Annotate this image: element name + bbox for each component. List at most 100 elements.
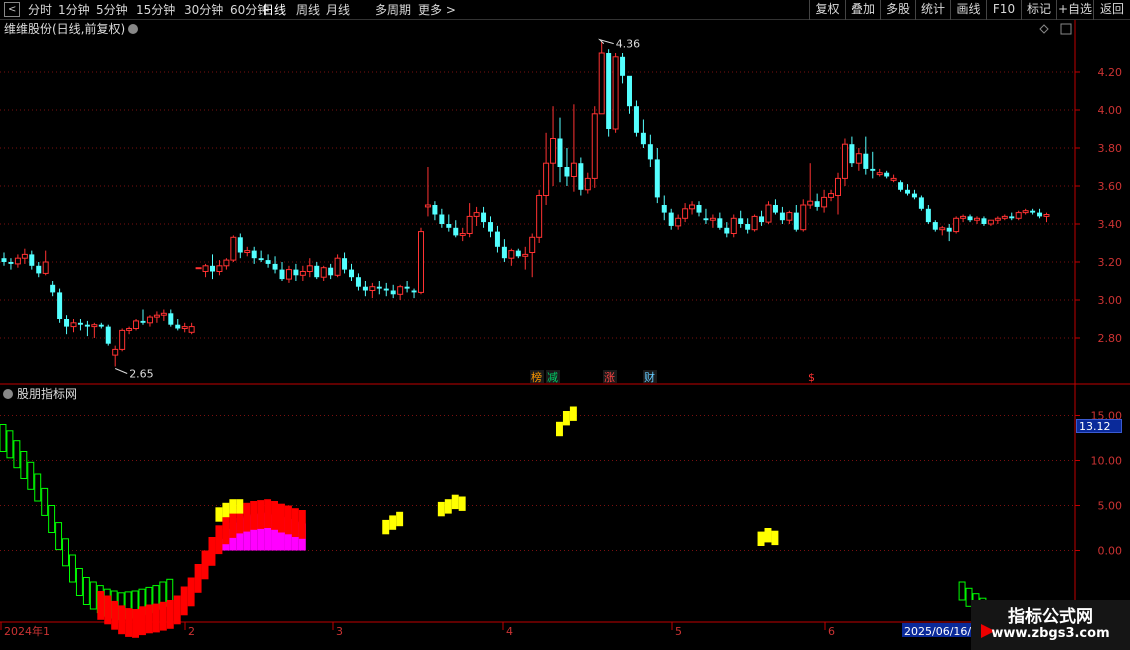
ind-red — [194, 564, 202, 593]
candle-body — [835, 177, 841, 196]
candle-body — [855, 153, 862, 164]
ind-red — [298, 510, 306, 539]
ind-red — [111, 600, 119, 630]
candle-body — [64, 319, 70, 327]
candle-body — [342, 258, 348, 270]
ind-yellow — [451, 494, 459, 510]
candle-body — [584, 177, 591, 191]
ind-red — [187, 577, 195, 607]
candle-body — [786, 212, 793, 221]
ind-yellow — [444, 499, 452, 514]
toolbar-btn-4[interactable]: 画线 — [950, 0, 986, 20]
candle-body — [50, 284, 56, 293]
candle-body — [987, 219, 994, 225]
toolbar-btn-2[interactable]: 多股 — [880, 0, 915, 20]
candle-body — [814, 201, 820, 207]
candle-body — [153, 314, 160, 318]
candle-body — [126, 328, 133, 331]
toolbar-btn-3[interactable]: 统计 — [915, 0, 950, 20]
ind-ladder — [55, 522, 63, 551]
candle-body — [466, 215, 473, 234]
time-label: 6 — [828, 625, 835, 638]
ind-yellow — [236, 499, 244, 514]
period-8[interactable]: 月线 — [326, 1, 350, 19]
toolbar-btn-5[interactable]: F10 — [986, 0, 1021, 20]
candle-body — [598, 52, 605, 115]
candle-body — [1043, 214, 1050, 217]
toolbar-btn-0[interactable]: 复权 — [809, 0, 845, 20]
toolbar-btn-7[interactable]: +自选 — [1056, 0, 1093, 20]
event-marker: 减 — [547, 371, 558, 384]
candle-body — [473, 212, 480, 217]
ind-ladder — [0, 424, 7, 452]
candle-body — [682, 208, 689, 219]
dropdown-icon — [128, 24, 138, 34]
price-tick-label: 3.20 — [1098, 256, 1123, 269]
candle-body — [515, 250, 521, 257]
candle-body — [237, 237, 243, 253]
candle-body — [390, 290, 396, 295]
candle-body — [91, 324, 98, 328]
candle-body — [647, 144, 653, 160]
candle-body — [481, 212, 487, 223]
ind-ladder — [41, 487, 49, 516]
candle-body — [168, 313, 174, 325]
ind-ladder — [34, 473, 42, 502]
candle-body — [557, 138, 563, 167]
ind-red — [132, 609, 139, 638]
candle-body — [453, 227, 459, 236]
candle-body — [960, 215, 967, 219]
candle-body — [932, 222, 938, 230]
price-tick-label: 2.80 — [1098, 332, 1123, 345]
candle-body — [140, 320, 146, 323]
candle-body — [709, 217, 716, 221]
candle-body — [251, 250, 257, 259]
dropdown-icon — [3, 389, 13, 399]
ind-yellow — [562, 411, 570, 426]
candle-body — [730, 217, 737, 235]
panel-toggle-icon — [1060, 23, 1072, 35]
low-label: 2.65 — [129, 368, 154, 381]
candle-body — [620, 56, 626, 76]
period-0[interactable]: 分时 — [28, 1, 52, 19]
candle-body — [21, 253, 28, 259]
ind-red — [139, 606, 146, 636]
candle-body — [293, 269, 299, 276]
period-4[interactable]: 30分钟 — [184, 1, 223, 19]
candle-body — [745, 224, 751, 230]
candle-body — [1001, 215, 1008, 219]
candle-body — [863, 153, 869, 169]
toolbar-btn-1[interactable]: 叠加 — [845, 0, 880, 20]
candle-body — [738, 218, 744, 224]
period-3[interactable]: 15分钟 — [136, 1, 175, 19]
candle-body — [223, 259, 230, 267]
period-6[interactable]: 日线 — [262, 1, 286, 19]
toolbar-btn-6[interactable]: 标记 — [1021, 0, 1056, 20]
candle-body — [411, 290, 417, 293]
price-chart[interactable]: 4.20 4.00 3.80 3.60 3.40 3.20 3.00 2.80 维维股份(日线,… — [0, 20, 1130, 650]
ind-tick-label: 10.00 — [1091, 455, 1123, 468]
candle-body — [459, 233, 466, 236]
candle-body — [939, 227, 946, 231]
candle-body — [793, 212, 799, 230]
back-icon[interactable]: < — [4, 2, 20, 17]
ind-yellow — [771, 530, 779, 546]
toolbar-btn-8[interactable]: 返回 — [1093, 0, 1130, 20]
candle-body — [612, 56, 619, 130]
period-9[interactable]: 多周期 — [375, 1, 411, 19]
candle-body — [188, 326, 195, 333]
candle-body — [279, 269, 285, 280]
ind-yellow — [389, 515, 397, 530]
period-10[interactable]: 更多 > — [418, 1, 456, 19]
ind-yellow — [229, 499, 237, 514]
ind-red — [278, 503, 285, 533]
period-1[interactable]: 1分钟 — [58, 1, 90, 19]
candle-body — [772, 205, 778, 213]
ind-red — [243, 502, 251, 532]
period-7[interactable]: 周线 — [296, 1, 320, 19]
ind-red — [159, 601, 167, 631]
ind-red — [166, 600, 174, 629]
period-2[interactable]: 5分钟 — [96, 1, 128, 19]
ind-red — [201, 550, 209, 580]
candle-body — [314, 265, 320, 278]
